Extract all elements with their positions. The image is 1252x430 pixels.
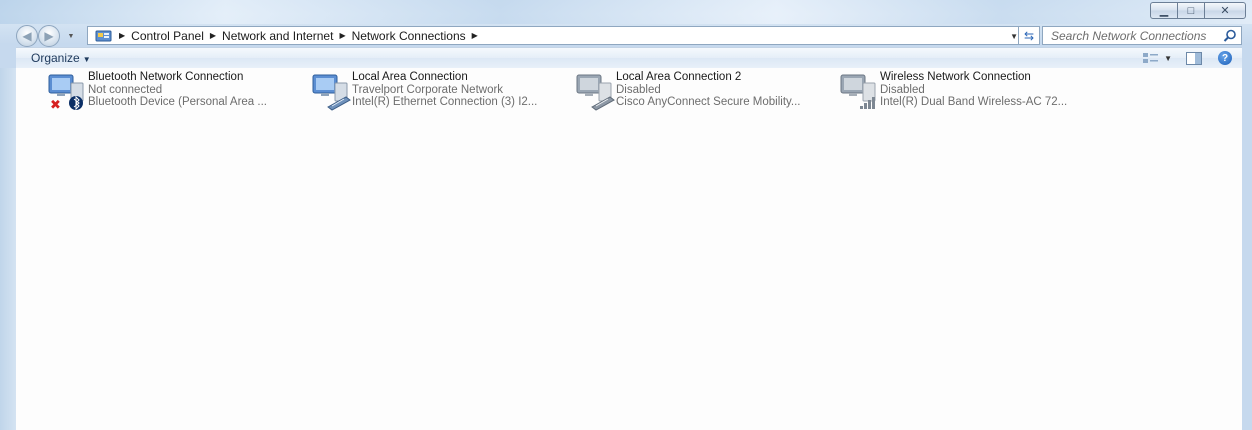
back-button[interactable]: ◀	[16, 25, 38, 47]
breadcrumb-separator[interactable]: ▶	[339, 31, 345, 40]
address-bar[interactable]: ▶ Control Panel ▶ Network and Internet ▶…	[87, 26, 1037, 45]
close-button[interactable]: ✕	[1204, 2, 1246, 19]
explorer-window: ▁ □ ✕ ◀ ▶ ▼ ▶ Control Panel ▶ Network an…	[0, 0, 1252, 430]
breadcrumb-network-and-internet[interactable]: Network and Internet	[222, 29, 333, 43]
connection-status: Disabled	[880, 83, 925, 96]
breadcrumb-separator[interactable]: ▶	[119, 31, 125, 40]
recent-pages-button[interactable]: ▼	[64, 25, 78, 47]
view-options-chevron-icon[interactable]: ▼	[1164, 54, 1172, 63]
breadcrumb-separator[interactable]: ▶	[472, 31, 478, 40]
svg-text:✖: ✖	[50, 98, 61, 111]
connection-item-local-area[interactable]: Local Area Connection Travelport Corpora…	[296, 71, 556, 113]
connection-text: Local Area Connection 2 Disabled Cisco A…	[616, 71, 801, 109]
connection-device: Bluetooth Device (Personal Area ...	[88, 96, 267, 108]
forward-arrow-icon: ▶	[44, 29, 54, 43]
search-icon[interactable]	[1223, 29, 1237, 43]
connection-text: Bluetooth Network Connection Not connect…	[88, 71, 267, 109]
title-bar[interactable]	[0, 0, 1252, 24]
breadcrumb-control-panel[interactable]: Control Panel	[131, 29, 204, 43]
toolbar-right: ▼ ?	[1142, 51, 1232, 65]
connections-list: ✖ Bluetooth Network Connection Not conne…	[16, 68, 1242, 430]
preview-pane-icon[interactable]	[1186, 51, 1202, 65]
connection-item-wireless[interactable]: Wireless Network Connection Disabled Int…	[824, 71, 1084, 113]
breadcrumb-separator[interactable]: ▶	[210, 31, 216, 40]
change-view-icon[interactable]	[1142, 52, 1160, 64]
organize-button[interactable]: Organize ▼	[31, 51, 91, 65]
navigation-pane-edge	[0, 68, 16, 430]
window-controls: ▁ □ ✕	[1150, 2, 1246, 19]
connection-name: Local Area Connection 2	[616, 71, 742, 83]
refresh-button[interactable]: ⇆	[1018, 26, 1040, 45]
control-panel-icon	[95, 30, 112, 41]
connection-device: Cisco AnyConnect Secure Mobility...	[616, 96, 801, 108]
connection-device: Intel(R) Dual Band Wireless-AC 72...	[880, 96, 1068, 108]
forward-button[interactable]: ▶	[38, 25, 60, 47]
ethernet-network-disabled-icon	[576, 74, 615, 111]
minimize-icon: ▁	[1159, 5, 1169, 17]
help-icon[interactable]: ?	[1218, 51, 1232, 65]
address-dropdown-icon[interactable]: ▼	[1010, 32, 1018, 41]
refresh-icon: ⇆	[1023, 28, 1035, 43]
connection-name: Bluetooth Network Connection	[88, 71, 244, 83]
chevron-down-icon: ▼	[82, 55, 91, 64]
chevron-down-icon: ▼	[67, 32, 75, 40]
close-icon: ✕	[1220, 5, 1230, 17]
breadcrumb-network-connections[interactable]: Network Connections	[352, 29, 466, 43]
maximize-button[interactable]: □	[1177, 2, 1205, 19]
command-bar: Organize ▼ ▼ ?	[16, 47, 1242, 69]
maximize-icon: □	[1187, 4, 1195, 17]
connection-item-local-area-2[interactable]: Local Area Connection 2 Disabled Cisco A…	[560, 71, 820, 113]
back-arrow-icon: ◀	[22, 29, 32, 43]
organize-label: Organize	[31, 51, 80, 65]
connection-status: Travelport Corporate Network	[352, 83, 504, 96]
connection-device: Intel(R) Ethernet Connection (3) I2...	[352, 96, 538, 108]
search-placeholder: Search Network Connections	[1051, 28, 1207, 43]
connection-text: Local Area Connection Travelport Corpora…	[352, 71, 537, 109]
connection-name: Wireless Network Connection	[880, 71, 1031, 83]
wireless-network-disabled-icon	[840, 74, 876, 109]
search-input[interactable]: Search Network Connections	[1042, 26, 1242, 45]
connection-item-bluetooth[interactable]: ✖ Bluetooth Network Connection Not conne…	[32, 71, 292, 113]
connection-status: Not connected	[88, 83, 163, 96]
ethernet-network-icon	[312, 74, 351, 111]
connection-text: Wireless Network Connection Disabled Int…	[880, 71, 1067, 109]
address-row: ◀ ▶ ▼ ▶ Control Panel ▶ Network and Inte…	[16, 25, 1242, 47]
minimize-button[interactable]: ▁	[1150, 2, 1178, 19]
connection-status: Disabled	[616, 83, 661, 96]
bluetooth-network-icon: ✖	[48, 74, 84, 111]
connection-name: Local Area Connection	[352, 71, 468, 83]
